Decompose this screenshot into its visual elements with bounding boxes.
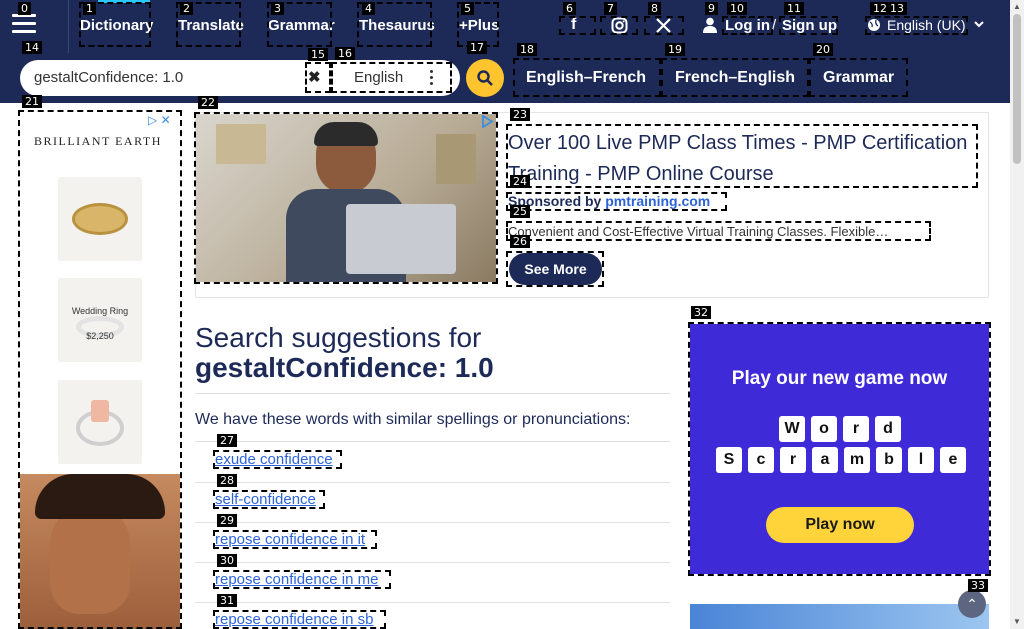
element-label: 13 [887, 2, 907, 15]
divider [195, 393, 670, 394]
divider [195, 562, 670, 563]
highlight-box [644, 16, 684, 35]
element-label: 33 [968, 579, 988, 592]
element-label: 3 [271, 2, 284, 15]
element-label: 31 [217, 594, 237, 607]
chevron-down-icon[interactable] [974, 20, 984, 28]
highlight-box [559, 16, 596, 35]
element-label: 5 [461, 2, 474, 15]
element-label: 0 [18, 2, 31, 15]
highlight-box [506, 192, 727, 211]
element-label: 14 [22, 41, 42, 54]
element-label: 15 [308, 48, 328, 61]
element-label: 20 [813, 43, 833, 56]
element-label: 21 [22, 95, 42, 108]
search-button[interactable] [466, 59, 504, 97]
element-label: 30 [217, 554, 237, 567]
element-label: 11 [784, 2, 804, 15]
element-label: 2 [180, 2, 193, 15]
highlight-box [213, 490, 325, 509]
element-label: 6 [563, 2, 576, 15]
results-intro: We have these words with similar spellin… [195, 411, 631, 428]
highlight-box [506, 251, 604, 287]
highlight-box [600, 16, 638, 35]
highlight-box [194, 112, 498, 284]
back-to-top-button[interactable]: ⌃ [958, 590, 986, 618]
divider [68, 0, 69, 53]
highlight-box [865, 16, 968, 35]
highlight-box [722, 16, 773, 35]
highlight-box [305, 62, 331, 93]
highlight-box [213, 610, 386, 629]
element-label: 24 [510, 175, 530, 188]
highlight-box [213, 530, 377, 549]
highlight-box [688, 322, 991, 576]
search-icon [477, 70, 493, 86]
element-label: 1 [83, 2, 96, 15]
highlight-box [506, 221, 931, 241]
highlight-box [213, 450, 342, 469]
element-label: 8 [648, 2, 661, 15]
element-label: 9 [705, 2, 718, 15]
user-icon [703, 17, 717, 33]
element-label: 32 [691, 306, 711, 319]
element-label: 25 [510, 205, 530, 218]
element-label: 28 [217, 474, 237, 487]
element-label: 18 [517, 43, 537, 56]
scroll-down-icon[interactable]: ▼ [1013, 617, 1021, 626]
element-label: 22 [198, 96, 218, 109]
element-label: 10 [727, 2, 747, 15]
element-label: 23 [510, 108, 530, 121]
element-label: 27 [217, 434, 237, 447]
divider [195, 602, 670, 603]
bottom-right-advertisement[interactable] [690, 604, 989, 629]
element-label: 17 [467, 41, 487, 54]
divider [195, 441, 670, 442]
element-label: 29 [217, 514, 237, 527]
scroll-up-icon[interactable]: ▲ [1013, 2, 1021, 11]
results-heading-query: gestaltConfidence: 1.0 [195, 352, 494, 383]
scrollbar-thumb[interactable] [1013, 14, 1021, 164]
results-heading-prefix: Search suggestions for [195, 322, 482, 353]
highlight-box [506, 124, 978, 188]
element-label: 26 [510, 235, 530, 248]
highlight-box [661, 58, 809, 97]
highlight-box [779, 16, 838, 35]
highlight-box [513, 58, 661, 97]
highlight-box [809, 58, 908, 97]
hamburger-menu-icon[interactable] [12, 14, 36, 34]
highlight-box [331, 62, 452, 93]
divider [195, 522, 670, 523]
highlight-box [18, 110, 182, 629]
search-input[interactable] [34, 69, 294, 86]
element-label: 19 [665, 43, 685, 56]
element-label: 16 [335, 47, 355, 60]
divider [195, 482, 670, 483]
element-label: 7 [604, 2, 617, 15]
highlight-box [213, 570, 391, 589]
element-label: 4 [362, 2, 375, 15]
